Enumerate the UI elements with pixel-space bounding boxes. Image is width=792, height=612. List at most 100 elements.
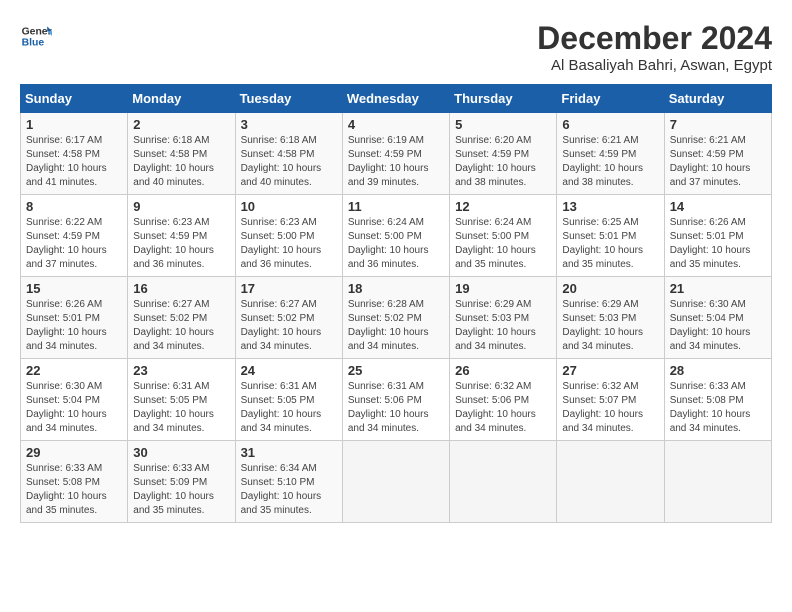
day-info: Sunrise: 6:26 AM Sunset: 5:01 PM Dayligh… <box>26 298 122 354</box>
day-number: 25 <box>348 363 444 378</box>
day-number: 5 <box>455 117 551 132</box>
day-info: Sunrise: 6:24 AM Sunset: 5:00 PM Dayligh… <box>348 216 444 272</box>
day-number: 20 <box>562 281 658 296</box>
table-row: 11 Sunrise: 6:24 AM Sunset: 5:00 PM Dayl… <box>342 195 449 277</box>
day-number: 12 <box>455 199 551 214</box>
day-number: 27 <box>562 363 658 378</box>
day-number: 31 <box>241 445 337 460</box>
table-row: 2 Sunrise: 6:18 AM Sunset: 4:58 PM Dayli… <box>128 113 235 195</box>
col-thursday: Thursday <box>450 85 557 113</box>
day-info: Sunrise: 6:33 AM Sunset: 5:08 PM Dayligh… <box>670 380 766 436</box>
day-info: Sunrise: 6:25 AM Sunset: 5:01 PM Dayligh… <box>562 216 658 272</box>
day-info: Sunrise: 6:30 AM Sunset: 5:04 PM Dayligh… <box>670 298 766 354</box>
col-friday: Friday <box>557 85 664 113</box>
header: General Blue December 2024 Al Basaliyah … <box>20 20 772 74</box>
title-area: December 2024 Al Basaliyah Bahri, Aswan,… <box>537 20 772 74</box>
day-info: Sunrise: 6:30 AM Sunset: 5:04 PM Dayligh… <box>26 380 122 436</box>
day-info: Sunrise: 6:23 AM Sunset: 5:00 PM Dayligh… <box>241 216 337 272</box>
day-number: 4 <box>348 117 444 132</box>
day-info: Sunrise: 6:21 AM Sunset: 4:59 PM Dayligh… <box>670 134 766 190</box>
day-info: Sunrise: 6:23 AM Sunset: 4:59 PM Dayligh… <box>133 216 229 272</box>
day-number: 14 <box>670 199 766 214</box>
day-number: 9 <box>133 199 229 214</box>
table-row: 22 Sunrise: 6:30 AM Sunset: 5:04 PM Dayl… <box>21 359 128 441</box>
day-number: 24 <box>241 363 337 378</box>
day-info: Sunrise: 6:20 AM Sunset: 4:59 PM Dayligh… <box>455 134 551 190</box>
table-row: 12 Sunrise: 6:24 AM Sunset: 5:00 PM Dayl… <box>450 195 557 277</box>
col-monday: Monday <box>128 85 235 113</box>
table-row: 10 Sunrise: 6:23 AM Sunset: 5:00 PM Dayl… <box>235 195 342 277</box>
day-number: 21 <box>670 281 766 296</box>
day-number: 11 <box>348 199 444 214</box>
day-number: 2 <box>133 117 229 132</box>
table-row: 23 Sunrise: 6:31 AM Sunset: 5:05 PM Dayl… <box>128 359 235 441</box>
logo: General Blue <box>20 20 52 52</box>
day-info: Sunrise: 6:29 AM Sunset: 5:03 PM Dayligh… <box>562 298 658 354</box>
table-row <box>342 441 449 523</box>
day-number: 16 <box>133 281 229 296</box>
calendar-week-1: 1 Sunrise: 6:17 AM Sunset: 4:58 PM Dayli… <box>21 113 772 195</box>
day-info: Sunrise: 6:33 AM Sunset: 5:08 PM Dayligh… <box>26 462 122 518</box>
calendar-table: Sunday Monday Tuesday Wednesday Thursday… <box>20 84 772 523</box>
day-number: 19 <box>455 281 551 296</box>
table-row: 21 Sunrise: 6:30 AM Sunset: 5:04 PM Dayl… <box>664 277 771 359</box>
table-row: 30 Sunrise: 6:33 AM Sunset: 5:09 PM Dayl… <box>128 441 235 523</box>
day-info: Sunrise: 6:17 AM Sunset: 4:58 PM Dayligh… <box>26 134 122 190</box>
table-row: 13 Sunrise: 6:25 AM Sunset: 5:01 PM Dayl… <box>557 195 664 277</box>
location-title: Al Basaliyah Bahri, Aswan, Egypt <box>537 57 772 74</box>
calendar-week-2: 8 Sunrise: 6:22 AM Sunset: 4:59 PM Dayli… <box>21 195 772 277</box>
day-info: Sunrise: 6:18 AM Sunset: 4:58 PM Dayligh… <box>133 134 229 190</box>
table-row: 8 Sunrise: 6:22 AM Sunset: 4:59 PM Dayli… <box>21 195 128 277</box>
table-row: 5 Sunrise: 6:20 AM Sunset: 4:59 PM Dayli… <box>450 113 557 195</box>
table-row: 19 Sunrise: 6:29 AM Sunset: 5:03 PM Dayl… <box>450 277 557 359</box>
table-row: 25 Sunrise: 6:31 AM Sunset: 5:06 PM Dayl… <box>342 359 449 441</box>
calendar-week-5: 29 Sunrise: 6:33 AM Sunset: 5:08 PM Dayl… <box>21 441 772 523</box>
table-row: 1 Sunrise: 6:17 AM Sunset: 4:58 PM Dayli… <box>21 113 128 195</box>
day-number: 7 <box>670 117 766 132</box>
day-number: 3 <box>241 117 337 132</box>
day-number: 26 <box>455 363 551 378</box>
day-info: Sunrise: 6:31 AM Sunset: 5:06 PM Dayligh… <box>348 380 444 436</box>
day-number: 28 <box>670 363 766 378</box>
day-number: 6 <box>562 117 658 132</box>
table-row: 31 Sunrise: 6:34 AM Sunset: 5:10 PM Dayl… <box>235 441 342 523</box>
day-number: 22 <box>26 363 122 378</box>
calendar-week-3: 15 Sunrise: 6:26 AM Sunset: 5:01 PM Dayl… <box>21 277 772 359</box>
day-info: Sunrise: 6:34 AM Sunset: 5:10 PM Dayligh… <box>241 462 337 518</box>
table-row: 20 Sunrise: 6:29 AM Sunset: 5:03 PM Dayl… <box>557 277 664 359</box>
day-info: Sunrise: 6:32 AM Sunset: 5:06 PM Dayligh… <box>455 380 551 436</box>
table-row: 15 Sunrise: 6:26 AM Sunset: 5:01 PM Dayl… <box>21 277 128 359</box>
day-info: Sunrise: 6:31 AM Sunset: 5:05 PM Dayligh… <box>241 380 337 436</box>
table-row: 18 Sunrise: 6:28 AM Sunset: 5:02 PM Dayl… <box>342 277 449 359</box>
day-info: Sunrise: 6:33 AM Sunset: 5:09 PM Dayligh… <box>133 462 229 518</box>
day-info: Sunrise: 6:21 AM Sunset: 4:59 PM Dayligh… <box>562 134 658 190</box>
day-number: 13 <box>562 199 658 214</box>
day-info: Sunrise: 6:18 AM Sunset: 4:58 PM Dayligh… <box>241 134 337 190</box>
table-row: 29 Sunrise: 6:33 AM Sunset: 5:08 PM Dayl… <box>21 441 128 523</box>
day-info: Sunrise: 6:22 AM Sunset: 4:59 PM Dayligh… <box>26 216 122 272</box>
col-wednesday: Wednesday <box>342 85 449 113</box>
table-row: 17 Sunrise: 6:27 AM Sunset: 5:02 PM Dayl… <box>235 277 342 359</box>
day-info: Sunrise: 6:26 AM Sunset: 5:01 PM Dayligh… <box>670 216 766 272</box>
day-number: 29 <box>26 445 122 460</box>
day-number: 15 <box>26 281 122 296</box>
day-number: 17 <box>241 281 337 296</box>
header-row: Sunday Monday Tuesday Wednesday Thursday… <box>21 85 772 113</box>
table-row <box>450 441 557 523</box>
table-row: 3 Sunrise: 6:18 AM Sunset: 4:58 PM Dayli… <box>235 113 342 195</box>
day-info: Sunrise: 6:27 AM Sunset: 5:02 PM Dayligh… <box>133 298 229 354</box>
day-number: 10 <box>241 199 337 214</box>
calendar-week-4: 22 Sunrise: 6:30 AM Sunset: 5:04 PM Dayl… <box>21 359 772 441</box>
table-row: 27 Sunrise: 6:32 AM Sunset: 5:07 PM Dayl… <box>557 359 664 441</box>
col-sunday: Sunday <box>21 85 128 113</box>
table-row: 16 Sunrise: 6:27 AM Sunset: 5:02 PM Dayl… <box>128 277 235 359</box>
table-row: 24 Sunrise: 6:31 AM Sunset: 5:05 PM Dayl… <box>235 359 342 441</box>
day-info: Sunrise: 6:27 AM Sunset: 5:02 PM Dayligh… <box>241 298 337 354</box>
table-row <box>557 441 664 523</box>
table-row: 14 Sunrise: 6:26 AM Sunset: 5:01 PM Dayl… <box>664 195 771 277</box>
day-info: Sunrise: 6:19 AM Sunset: 4:59 PM Dayligh… <box>348 134 444 190</box>
month-title: December 2024 <box>537 20 772 57</box>
table-row: 4 Sunrise: 6:19 AM Sunset: 4:59 PM Dayli… <box>342 113 449 195</box>
logo-icon: General Blue <box>20 20 52 52</box>
col-saturday: Saturday <box>664 85 771 113</box>
